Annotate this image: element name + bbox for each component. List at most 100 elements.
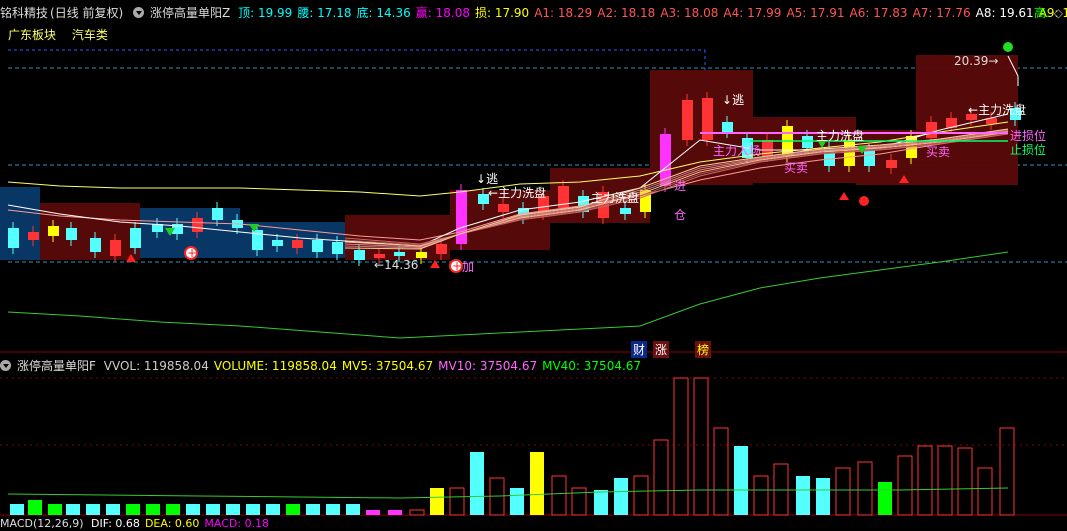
candle-body <box>48 226 59 236</box>
candle-body <box>354 250 365 260</box>
volume-indicator-value: MV5: 37504.67 <box>341 359 434 373</box>
candle-body <box>312 240 323 252</box>
volume-bar <box>449 487 465 516</box>
candle-body <box>864 150 875 166</box>
high-price-label: 20.39→ <box>954 54 999 68</box>
volume-bar <box>388 510 402 515</box>
volume-bar <box>653 439 669 516</box>
candle-body <box>332 242 343 254</box>
annotation-wash: 主力洗盘 <box>591 191 640 205</box>
plus-glyph: + <box>187 246 197 260</box>
volume-bar <box>857 461 873 516</box>
macd-indicator-value: MACD: 0.18 <box>204 517 270 530</box>
annotation-escape: ↓逃 <box>722 93 745 107</box>
volume-bar <box>551 475 567 516</box>
volume-bar <box>633 475 649 516</box>
volume-bar <box>430 488 444 515</box>
candle-body <box>66 228 77 240</box>
annotation-trade: 买卖 <box>926 145 951 159</box>
volume-bar <box>713 427 729 516</box>
volume-indicator-name[interactable]: 涨停高量单阳F <box>17 359 96 373</box>
volume-bar <box>326 504 340 515</box>
volume-bar <box>897 455 913 516</box>
volume-bar <box>835 467 851 516</box>
volume-indicator-values: VVOL: 119858.04 VOLUME: 119858.04 MV5: 375… <box>104 359 646 373</box>
volume-bar <box>186 504 200 515</box>
volume-bar <box>673 377 689 516</box>
volume-bar <box>206 504 220 515</box>
volume-bar <box>126 504 140 515</box>
candle-body <box>90 238 101 252</box>
candle-body <box>192 218 203 232</box>
stop-loss-label: 止损位 <box>1010 143 1047 157</box>
candle-body <box>292 240 303 248</box>
up-triangle-icon <box>430 260 440 268</box>
volume-bar <box>878 482 892 515</box>
candle-body <box>498 204 509 212</box>
volume-bar <box>530 452 544 515</box>
volume-bar <box>977 467 993 516</box>
macd-indicator-name[interactable]: MACD(12,26,9) <box>0 517 84 530</box>
plus-glyph: + <box>452 259 462 273</box>
low-price-label: ←14.36 <box>374 258 419 272</box>
volume-bar <box>571 487 587 516</box>
volume-bar <box>693 377 709 516</box>
annotation-wash: 主力洗盘 <box>816 129 865 143</box>
volume-bar <box>816 478 830 515</box>
volume-bar <box>594 490 608 515</box>
volume-indicator-bar: 涨停高量单阳F VVOL: 119858.04 VOLUME: 119858.04… <box>0 355 1067 377</box>
macd-indicator-value: DIF: 0.68 <box>91 517 140 530</box>
annotation-wash: ←主力洗盘 <box>968 103 1027 117</box>
volume-bar <box>510 488 524 515</box>
annotation-position: 仓 <box>674 208 687 222</box>
candle-body <box>802 136 813 148</box>
volume-indicator-value: MV40: 37504.67 <box>542 359 642 373</box>
candle-body <box>272 240 283 246</box>
candle-body <box>110 240 121 256</box>
volume-bar <box>28 500 42 515</box>
volume-bar <box>266 504 280 515</box>
candle-body <box>926 122 937 138</box>
annotation-escape: ↓逃 <box>476 172 499 186</box>
volume-bar <box>773 463 789 516</box>
macd-indicator-bar: MACD(12,26,9) DIF: 0.68 DEA: 0.60 MACD: 0.… <box>0 517 1067 531</box>
annotation-main-entry: 主力入场 <box>713 144 762 158</box>
candle-body <box>212 208 223 220</box>
volume-bar <box>286 504 300 515</box>
volume-bar <box>366 510 380 515</box>
volume-bar <box>734 446 748 515</box>
red-dot-icon <box>859 196 869 206</box>
zone-box <box>0 187 40 260</box>
candle-body <box>28 232 39 240</box>
volume-bar <box>66 504 80 515</box>
volume-bar <box>937 445 953 516</box>
volume-indicator-value: VOLUME: 119858.04 <box>213 359 337 373</box>
volume-indicator-value: MV10: 37504.67 <box>438 359 538 373</box>
indicator-settings-icon[interactable] <box>0 360 11 371</box>
volume-bar <box>106 504 120 515</box>
volume-bar <box>226 504 240 515</box>
volume-bar <box>614 478 628 515</box>
volume-bar <box>10 504 24 515</box>
volume-bar <box>306 504 320 515</box>
price-chart[interactable]: ++ <box>0 0 1067 527</box>
volume-bar <box>753 475 769 516</box>
up-triangle-icon <box>839 192 849 200</box>
macd-indicator-value: DEA: 0.60 <box>144 517 200 530</box>
volume-bar <box>146 504 160 515</box>
candle-body <box>620 208 631 214</box>
annotation-enter: 进 <box>674 179 687 193</box>
candle-body <box>394 252 405 256</box>
volume-bar <box>917 445 933 516</box>
volume-bar <box>246 504 260 515</box>
volume-indicator-value: VVOL: 119858.04 <box>103 359 209 373</box>
volume-bar <box>48 504 62 515</box>
macd-indicator-values: DIF: 0.68 DEA: 0.60 MACD: 0.18 <box>91 517 274 530</box>
volume-bar <box>86 504 100 515</box>
candle-body <box>886 160 897 168</box>
candle-body <box>436 244 447 254</box>
candle-body <box>8 228 19 248</box>
green-dot-icon <box>1003 42 1013 52</box>
candle-body <box>130 228 141 248</box>
volume-bar <box>346 504 360 515</box>
